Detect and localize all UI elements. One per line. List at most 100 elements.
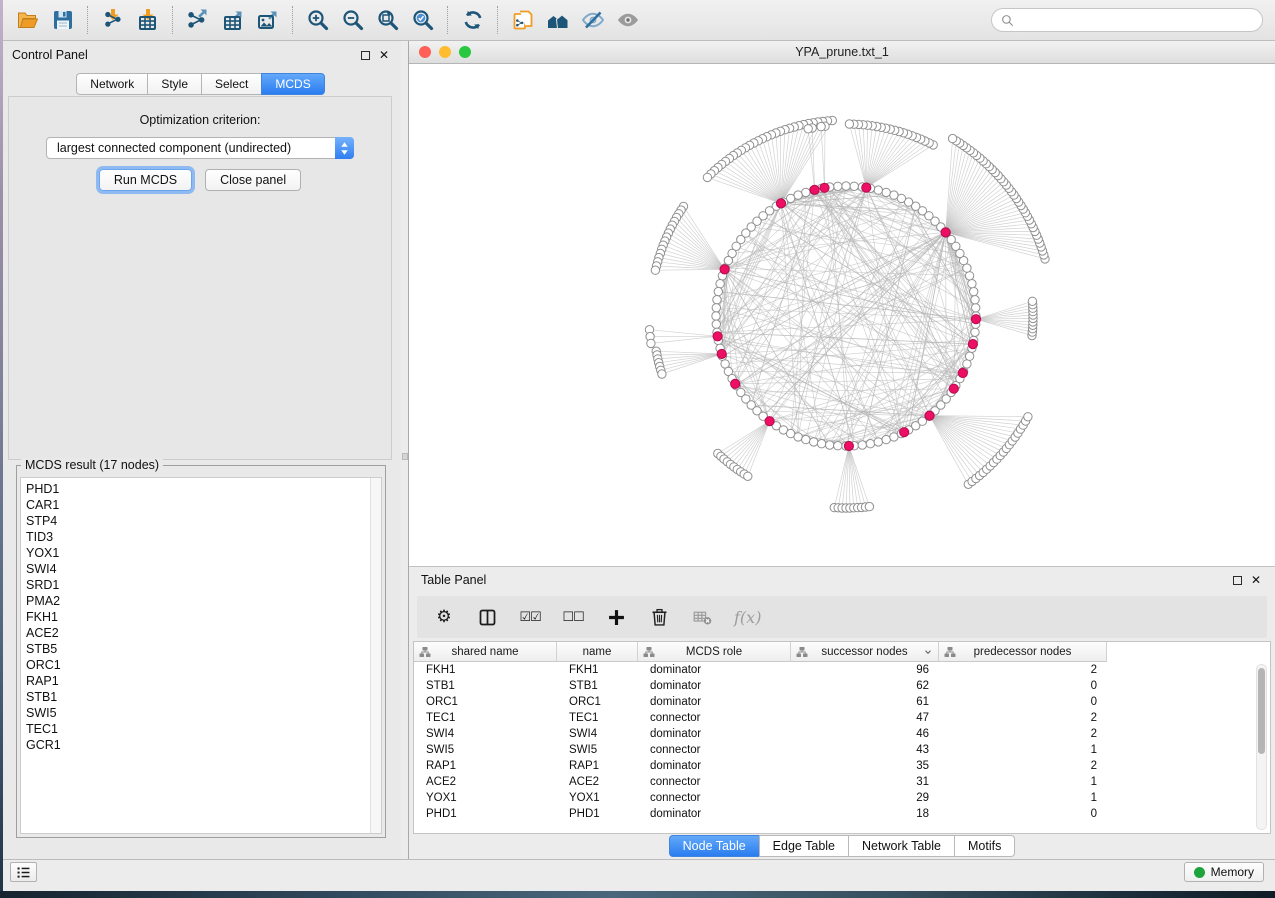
status-bar: Memory	[0, 859, 1275, 884]
table-row[interactable]: ACE2ACE2connector311	[414, 774, 1270, 790]
tab-node-table[interactable]: Node Table	[669, 835, 759, 857]
table-row[interactable]: SWI5SWI5connector431	[414, 742, 1270, 758]
network-canvas[interactable]	[409, 64, 1275, 566]
mcds-result-item[interactable]: STB1	[21, 689, 381, 705]
tab-network-table[interactable]: Network Table	[848, 835, 954, 857]
mcds-result-item[interactable]: STP4	[21, 513, 381, 529]
open-session-button[interactable]	[12, 5, 43, 35]
table-cell: dominator	[638, 678, 791, 694]
mcds-result-item[interactable]: ORC1	[21, 657, 381, 673]
mcds-result-item[interactable]: SRD1	[21, 577, 381, 593]
table-row[interactable]: YOX1YOX1connector291	[414, 790, 1270, 806]
toolbar-separator	[447, 6, 448, 34]
column-header-shared-name[interactable]: shared name	[414, 642, 557, 662]
duplicate-network-button[interactable]	[507, 5, 538, 35]
delete-table-button[interactable]	[691, 605, 713, 629]
duplicate-network-icon	[511, 8, 535, 32]
search-input[interactable]	[1019, 12, 1253, 28]
import-network-button[interactable]	[97, 5, 128, 35]
column-header-MCDS-role[interactable]: MCDS role	[638, 642, 791, 662]
mcds-result-item[interactable]: SWI5	[21, 705, 381, 721]
show-columns-button[interactable]	[476, 605, 498, 629]
table-cell: connector	[638, 774, 791, 790]
run-mcds-button[interactable]: Run MCDS	[99, 169, 192, 191]
show-all-button[interactable]	[612, 5, 643, 35]
select-all-button[interactable]: ☑☑	[519, 605, 541, 629]
show-all-icon	[616, 8, 640, 32]
mcds-result-item[interactable]: PMA2	[21, 593, 381, 609]
mcds-result-item[interactable]: YOX1	[21, 545, 381, 561]
zoom-out-button[interactable]	[337, 5, 368, 35]
column-header-name[interactable]: name	[557, 642, 638, 662]
column-header-successor-nodes[interactable]: successor nodes	[791, 642, 939, 662]
table-scrollbar[interactable]	[1256, 664, 1267, 830]
search-box[interactable]	[991, 8, 1263, 32]
first-neighbors-button[interactable]	[542, 5, 573, 35]
close-panel-icon[interactable]: ✕	[379, 49, 389, 61]
table-row[interactable]: FKH1FKH1dominator962	[414, 662, 1270, 678]
export-network-button[interactable]	[182, 5, 213, 35]
mcds-result-item[interactable]: RAP1	[21, 673, 381, 689]
table-row[interactable]: SWI4SWI4dominator462	[414, 726, 1270, 742]
delete-column-button[interactable]	[648, 605, 670, 629]
column-header-label: predecessor nodes	[974, 646, 1072, 658]
splitter-grip-icon[interactable]	[402, 453, 408, 460]
memory-button[interactable]: Memory	[1184, 862, 1264, 882]
column-type-icon	[796, 646, 808, 658]
mcds-result-item[interactable]: SWI4	[21, 561, 381, 577]
zoom-in-button[interactable]	[302, 5, 333, 35]
network-graph[interactable]	[409, 64, 1275, 566]
mcds-result-item[interactable]: STB5	[21, 641, 381, 657]
export-table-button[interactable]	[217, 5, 248, 35]
mcds-result-item[interactable]: GCR1	[21, 737, 381, 753]
mcds-result-list[interactable]: PHD1CAR1STP4TID3YOX1SWI4SRD1PMA2FKH1ACE2…	[20, 477, 382, 834]
function-builder-button[interactable]: f(x)	[734, 605, 761, 629]
zoom-selected-button[interactable]	[407, 5, 438, 35]
table-panel: Table Panel ✕ ⚙☑☑☐☐f(x) shared namenameM…	[409, 566, 1275, 866]
sort-chevron-down-icon[interactable]	[923, 647, 933, 657]
column-header-predecessor-nodes[interactable]: predecessor nodes	[939, 642, 1107, 662]
tab-style[interactable]: Style	[147, 73, 201, 95]
mcds-result-scrollbar[interactable]	[370, 478, 381, 833]
table-scrollbar-thumb[interactable]	[1258, 668, 1265, 754]
tab-select[interactable]: Select	[201, 73, 261, 95]
export-image-button[interactable]	[252, 5, 283, 35]
table-row[interactable]: ORC1ORC1dominator610	[414, 694, 1270, 710]
table-cell: 35	[791, 758, 939, 774]
mcds-result-item[interactable]: FKH1	[21, 609, 381, 625]
close-table-panel-icon[interactable]: ✕	[1251, 574, 1261, 586]
table-cell: PHD1	[414, 806, 557, 822]
table-row[interactable]: PHD1PHD1dominator180	[414, 806, 1270, 822]
new-column-button[interactable]	[605, 605, 627, 629]
show-panels-button[interactable]	[10, 862, 37, 882]
mcds-result-item[interactable]: TID3	[21, 529, 381, 545]
tab-motifs[interactable]: Motifs	[954, 835, 1015, 857]
table-cell: FKH1	[557, 662, 638, 678]
refresh-button[interactable]	[457, 5, 488, 35]
table-cell: dominator	[638, 694, 791, 710]
optimization-select[interactable]: largest connected component (undirected)	[46, 137, 354, 159]
save-session-button[interactable]	[47, 5, 78, 35]
tab-edge-table[interactable]: Edge Table	[759, 835, 848, 857]
table-row[interactable]: TEC1TEC1connector472	[414, 710, 1270, 726]
tab-network[interactable]: Network	[76, 73, 147, 95]
table-cell: 2	[939, 758, 1107, 774]
hide-selected-button[interactable]	[577, 5, 608, 35]
deselect-all-button[interactable]: ☐☐	[562, 605, 584, 629]
zoom-fit-button[interactable]	[372, 5, 403, 35]
mcds-result-item[interactable]: CAR1	[21, 497, 381, 513]
table-mode-button[interactable]: ⚙	[433, 605, 455, 629]
import-table-button[interactable]	[132, 5, 163, 35]
mcds-result-item[interactable]: ACE2	[21, 625, 381, 641]
table-cell: 1	[939, 774, 1107, 790]
panel-splitter[interactable]	[401, 41, 409, 866]
float-table-panel-icon[interactable]	[1233, 576, 1242, 585]
table-row[interactable]: STB1STB1dominator620	[414, 678, 1270, 694]
table-row[interactable]: RAP1RAP1dominator352	[414, 758, 1270, 774]
column-header-label: successor nodes	[821, 646, 907, 658]
tab-mcds[interactable]: MCDS	[261, 73, 324, 95]
close-panel-button[interactable]: Close panel	[205, 169, 301, 191]
mcds-result-item[interactable]: PHD1	[21, 481, 381, 497]
float-panel-icon[interactable]	[361, 51, 370, 60]
mcds-result-item[interactable]: TEC1	[21, 721, 381, 737]
